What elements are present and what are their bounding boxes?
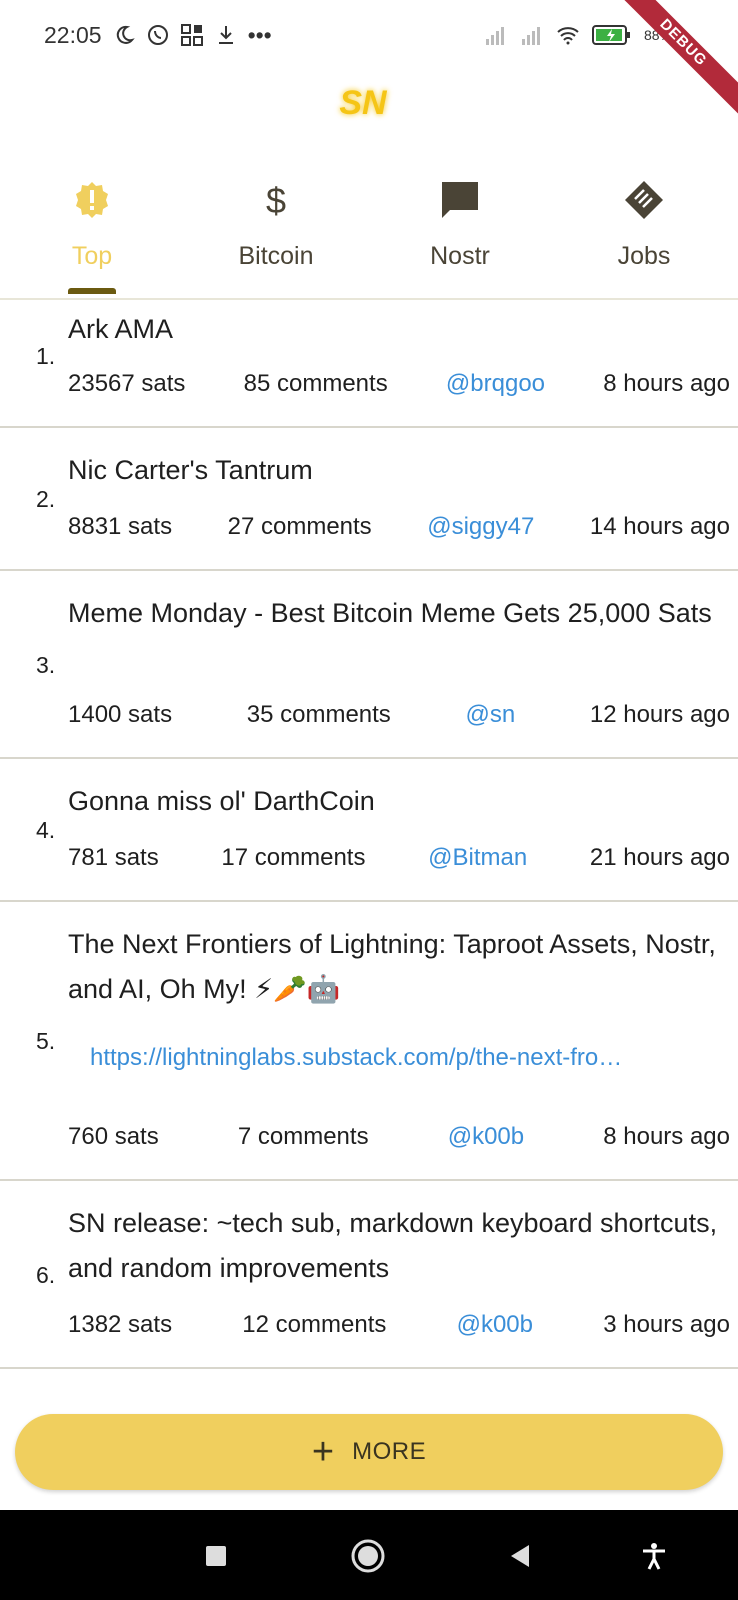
- item-sats: 781 sats: [68, 844, 159, 871]
- tab-label-nostr: Nostr: [430, 242, 490, 270]
- sn-logo: SN: [339, 84, 388, 122]
- item-number: 5.: [36, 1028, 56, 1054]
- item-meta: 23567 sats 85 comments @brqgoo 8 hours a…: [68, 370, 730, 398]
- accessibility-icon[interactable]: [632, 1534, 676, 1578]
- dollar-icon: $: [254, 178, 298, 222]
- home-icon[interactable]: [346, 1534, 390, 1578]
- item-title[interactable]: The Next Frontiers of Lightning: Taproot…: [68, 922, 726, 1012]
- item-number: 4.: [36, 817, 56, 843]
- item-time: 21 hours ago: [589, 844, 730, 871]
- item-title[interactable]: Nic Carter's Tantrum: [68, 448, 726, 493]
- item-url-link[interactable]: https://lightninglabs.substack.com/p/the…: [90, 1044, 708, 1072]
- chat-icon: [438, 178, 482, 222]
- logo-text: SN: [339, 84, 388, 122]
- item-meta: 781 sats 17 comments @Bitman 21 hours ag…: [68, 844, 730, 872]
- item-user-link[interactable]: @sn: [465, 701, 515, 729]
- more-dots-icon: •••: [247, 21, 272, 48]
- whatsapp-icon: [147, 25, 168, 45]
- download-icon: [218, 26, 233, 44]
- item-number: 2.: [36, 486, 56, 512]
- item-comments[interactable]: 85 comments: [244, 370, 388, 398]
- item-user-link[interactable]: @brqgoo: [446, 370, 545, 398]
- more-button-label: MORE: [352, 1438, 427, 1465]
- item-title[interactable]: Gonna miss ol' DarthCoin: [68, 779, 726, 824]
- moon-icon: [116, 25, 135, 44]
- item-number: 3.: [36, 652, 56, 678]
- status-left: 22:05 •••: [44, 20, 272, 50]
- qr-icon: [180, 24, 203, 46]
- plus-icon: +: [311, 1431, 335, 1473]
- battery-percent: 88%: [643, 27, 672, 43]
- tab-label-bitcoin: Bitcoin: [238, 242, 314, 270]
- item-sats: 23567 sats: [68, 370, 186, 397]
- item-sats: 1400 sats: [68, 701, 173, 728]
- item-title[interactable]: Meme Monday - Best Bitcoin Meme Gets 25,…: [68, 591, 726, 636]
- item-title[interactable]: Ark AMA: [68, 307, 726, 352]
- back-icon[interactable]: [498, 1534, 542, 1578]
- item-number: 1.: [36, 343, 56, 369]
- tab-indicator: [68, 288, 116, 294]
- item-user-link[interactable]: @k00b: [448, 1123, 524, 1151]
- tab-top[interactable]: Top: [0, 168, 184, 300]
- item-comments[interactable]: 35 comments: [247, 701, 391, 729]
- status-time: 22:05: [44, 21, 102, 48]
- more-button[interactable]: + MORE: [15, 1414, 723, 1490]
- alert-badge-icon: [70, 178, 114, 222]
- item-meta: 8831 sats 27 comments @siggy47 14 hours …: [68, 513, 730, 541]
- tab-label-top: Top: [71, 242, 113, 270]
- status-right: 88%: [484, 20, 672, 50]
- svg-text:$: $: [266, 180, 286, 220]
- item-comments[interactable]: 7 comments: [238, 1123, 369, 1151]
- list-item[interactable]: 6. SN release: ~tech sub, markdown keybo…: [0, 1181, 738, 1369]
- jobs-icon: [622, 178, 666, 222]
- item-sats: 760 sats: [68, 1123, 159, 1150]
- tab-bitcoin[interactable]: $ Bitcoin: [184, 168, 368, 300]
- list-item[interactable]: 4. Gonna miss ol' DarthCoin 781 sats 17 …: [0, 759, 738, 902]
- item-number: 6.: [36, 1262, 56, 1288]
- list-item[interactable]: 1. Ark AMA 23567 sats 85 comments @brqgo…: [0, 300, 738, 428]
- item-title[interactable]: SN release: ~tech sub, markdown keyboard…: [68, 1201, 726, 1291]
- item-comments[interactable]: 27 comments: [228, 513, 372, 541]
- recents-icon[interactable]: [194, 1534, 238, 1578]
- item-meta: 1382 sats 12 comments @k00b 3 hours ago: [68, 1311, 730, 1339]
- item-time: 8 hours ago: [603, 1123, 730, 1150]
- item-user-link[interactable]: @Bitman: [428, 844, 527, 872]
- item-user-link[interactable]: @k00b: [457, 1311, 533, 1339]
- item-sats: 8831 sats: [68, 513, 173, 540]
- list-item[interactable]: 3. Meme Monday - Best Bitcoin Meme Gets …: [0, 571, 738, 759]
- wifi-icon: [557, 27, 579, 45]
- item-sats: 1382 sats: [68, 1311, 173, 1338]
- signal-icon: [485, 27, 504, 45]
- item-comments[interactable]: 12 comments: [242, 1311, 386, 1339]
- tab-bar: Top $ Bitcoin Nostr Jobs: [0, 168, 738, 300]
- item-time: 12 hours ago: [589, 701, 730, 728]
- battery-charging-icon: [591, 25, 630, 45]
- status-bar: 22:05 ••• 88%: [0, 0, 738, 68]
- system-nav-bar: [0, 1510, 738, 1600]
- signal-icon: [521, 27, 540, 45]
- item-time: 14 hours ago: [589, 513, 730, 540]
- item-meta: 1400 sats 35 comments @sn 12 hours ago: [68, 701, 730, 729]
- list-item[interactable]: 5. The Next Frontiers of Lightning: Tapr…: [0, 902, 738, 1181]
- tab-nostr[interactable]: Nostr: [368, 168, 552, 300]
- tab-jobs[interactable]: Jobs: [552, 168, 736, 300]
- tab-label-jobs: Jobs: [617, 242, 671, 270]
- item-meta: 760 sats 7 comments @k00b 8 hours ago: [68, 1123, 730, 1151]
- item-time: 8 hours ago: [603, 370, 730, 397]
- item-user-link[interactable]: @siggy47: [427, 513, 534, 541]
- item-time: 3 hours ago: [603, 1311, 730, 1338]
- list-item[interactable]: 2. Nic Carter's Tantrum 8831 sats 27 com…: [0, 428, 738, 571]
- item-comments[interactable]: 17 comments: [221, 844, 365, 872]
